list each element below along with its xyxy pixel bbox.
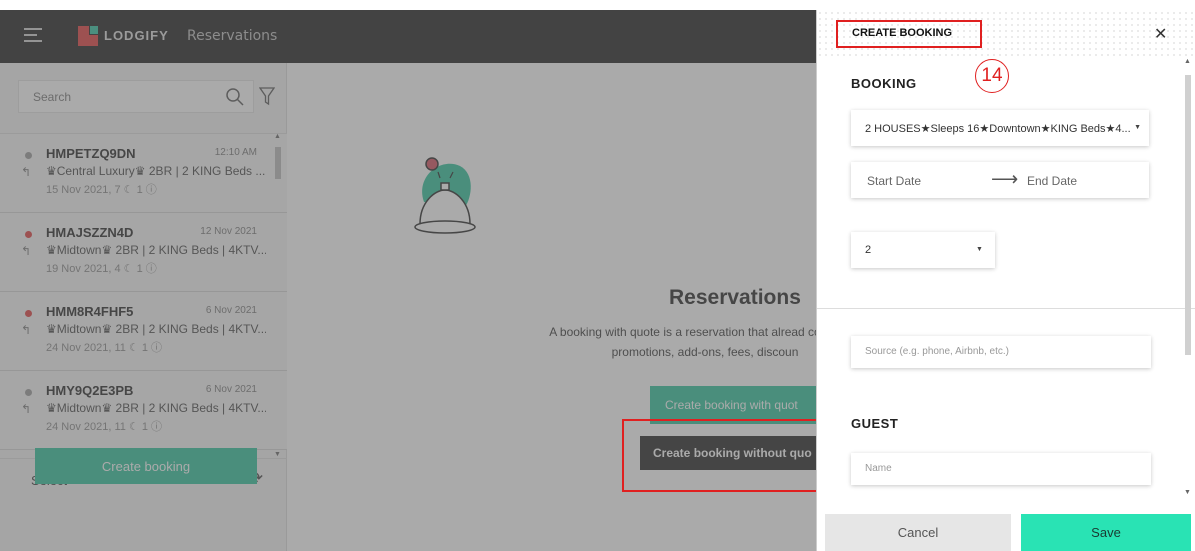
reservation-time: 12:10 AM <box>214 147 257 158</box>
top-bar: LODGIFY Reservations <box>0 10 816 63</box>
reservation-property: ♛Midtown♛ 2BR | 2 KING Beds | 4KTV... <box>46 322 266 336</box>
reservation-property: ♛Midtown♛ 2BR | 2 KING Beds | 4KTV... <box>46 243 266 257</box>
divider <box>817 308 1195 309</box>
scroll-thumb[interactable] <box>1185 75 1191 355</box>
reservation-time: 12 Nov 2021 <box>200 226 257 237</box>
create-booking-button[interactable]: Create booking <box>35 448 257 484</box>
logo-text: LODGIFY <box>104 28 169 43</box>
reservation-item[interactable]: ↰ HMY9Q2E3PB 6 Nov 2021 ♛Midtown♛ 2BR | … <box>0 371 287 450</box>
create-booking-drawer: CREATE BOOKING ✕ 14 BOOKING 2 HOUSES★Sle… <box>816 10 1195 551</box>
scroll-down-icon[interactable]: ▼ <box>274 451 281 458</box>
booking-heading: BOOKING <box>851 76 917 91</box>
reservation-list: ↰ HMPETZQ9DN 12:10 AM ♛Central Luxury♛ 2… <box>0 133 287 458</box>
filter-icon[interactable] <box>259 86 275 106</box>
menu-icon[interactable] <box>24 28 42 42</box>
date-range-field[interactable]: Start Date ⟶ End Date <box>851 162 1149 198</box>
section-title: Reservations <box>187 28 278 44</box>
reservation-property: ♛Central Luxury♛ 2BR | 2 KING Beds ... <box>46 164 266 178</box>
status-dot <box>25 389 32 396</box>
close-icon[interactable]: ✕ <box>1154 24 1167 44</box>
guests-select[interactable]: 2 ▼ <box>851 232 995 268</box>
reservation-item[interactable]: ↰ HMAJSZZN4D 12 Nov 2021 ♛Midtown♛ 2BR |… <box>0 213 287 292</box>
reservation-meta: 19 Nov 2021, 4 ☾ 1 ⓘ <box>46 263 157 275</box>
scroll-thumb[interactable] <box>275 147 281 179</box>
reservation-time: 6 Nov 2021 <box>205 384 257 395</box>
return-icon: ↰ <box>21 165 32 179</box>
scroll-down-icon[interactable]: ▼ <box>1184 489 1191 496</box>
start-date[interactable]: Start Date <box>867 174 921 188</box>
reception-bell-icon <box>414 157 476 234</box>
reservation-time: 6 Nov 2021 <box>205 305 257 316</box>
scroll-up-icon[interactable]: ▲ <box>1184 58 1191 65</box>
status-dot <box>25 231 32 238</box>
save-button[interactable]: Save <box>1021 514 1191 551</box>
drawer-footer: Cancel Save <box>817 508 1195 551</box>
chevron-down-icon: ▼ <box>1134 124 1141 131</box>
arrow-right-icon: ⟶ <box>991 169 1019 190</box>
reservation-item[interactable]: ↰ HMPETZQ9DN 12:10 AM ♛Central Luxury♛ 2… <box>0 134 287 213</box>
reservation-meta: 24 Nov 2021, 11 ☾ 1 ⓘ <box>46 421 163 433</box>
end-date[interactable]: End Date <box>1027 174 1077 188</box>
status-dot <box>25 152 32 159</box>
name-input[interactable]: Name <box>851 453 1151 485</box>
property-select[interactable]: 2 HOUSES★Sleeps 16★Downtown★KING Beds★4.… <box>851 110 1149 146</box>
reservation-item[interactable]: ↰ HMM8R4FHF5 6 Nov 2021 ♛Midtown♛ 2BR | … <box>0 292 287 371</box>
search-box <box>18 80 254 113</box>
highlight-box <box>622 419 825 492</box>
reservation-meta: 24 Nov 2021, 11 ☾ 1 ⓘ <box>46 342 163 354</box>
scroll-up-icon[interactable]: ▲ <box>274 133 281 140</box>
drawer-scrollbar[interactable]: ▲ ▼ <box>1183 58 1193 498</box>
guest-heading: GUEST <box>851 416 899 431</box>
reservation-property: ♛Midtown♛ 2BR | 2 KING Beds | 4KTV... <box>46 401 266 415</box>
property-value: 2 HOUSES★Sleeps 16★Downtown★KING Beds★4.… <box>865 123 1131 135</box>
highlight-box <box>836 20 982 48</box>
cancel-button[interactable]: Cancel <box>825 514 1011 551</box>
reservation-code: HMPETZQ9DN <box>46 146 136 161</box>
return-icon: ↰ <box>21 323 32 337</box>
search-input[interactable] <box>19 81 209 112</box>
guests-value: 2 <box>865 244 872 256</box>
drawer-body: BOOKING 2 HOUSES★Sleeps 16★Downtown★KING… <box>817 58 1195 498</box>
drawer-header: CREATE BOOKING ✕ <box>817 10 1195 58</box>
status-dot <box>25 310 32 317</box>
lodgify-logo-icon <box>78 26 98 46</box>
return-icon: ↰ <box>21 402 32 416</box>
reservation-code: HMM8R4FHF5 <box>46 304 134 319</box>
reservation-code: HMAJSZZN4D <box>46 225 134 240</box>
source-input[interactable]: Source (e.g. phone, Airbnb, etc.) <box>851 336 1151 368</box>
search-icon[interactable] <box>225 87 245 107</box>
return-icon: ↰ <box>21 244 32 258</box>
list-scrollbar[interactable]: ▲ ▼ <box>273 133 283 458</box>
reservation-code: HMY9Q2E3PB <box>46 383 134 398</box>
chevron-down-icon: ▼ <box>976 246 983 253</box>
reservation-meta: 15 Nov 2021, 7 ☾ 1 ⓘ <box>46 184 157 196</box>
page-title: Reservations <box>669 286 801 309</box>
